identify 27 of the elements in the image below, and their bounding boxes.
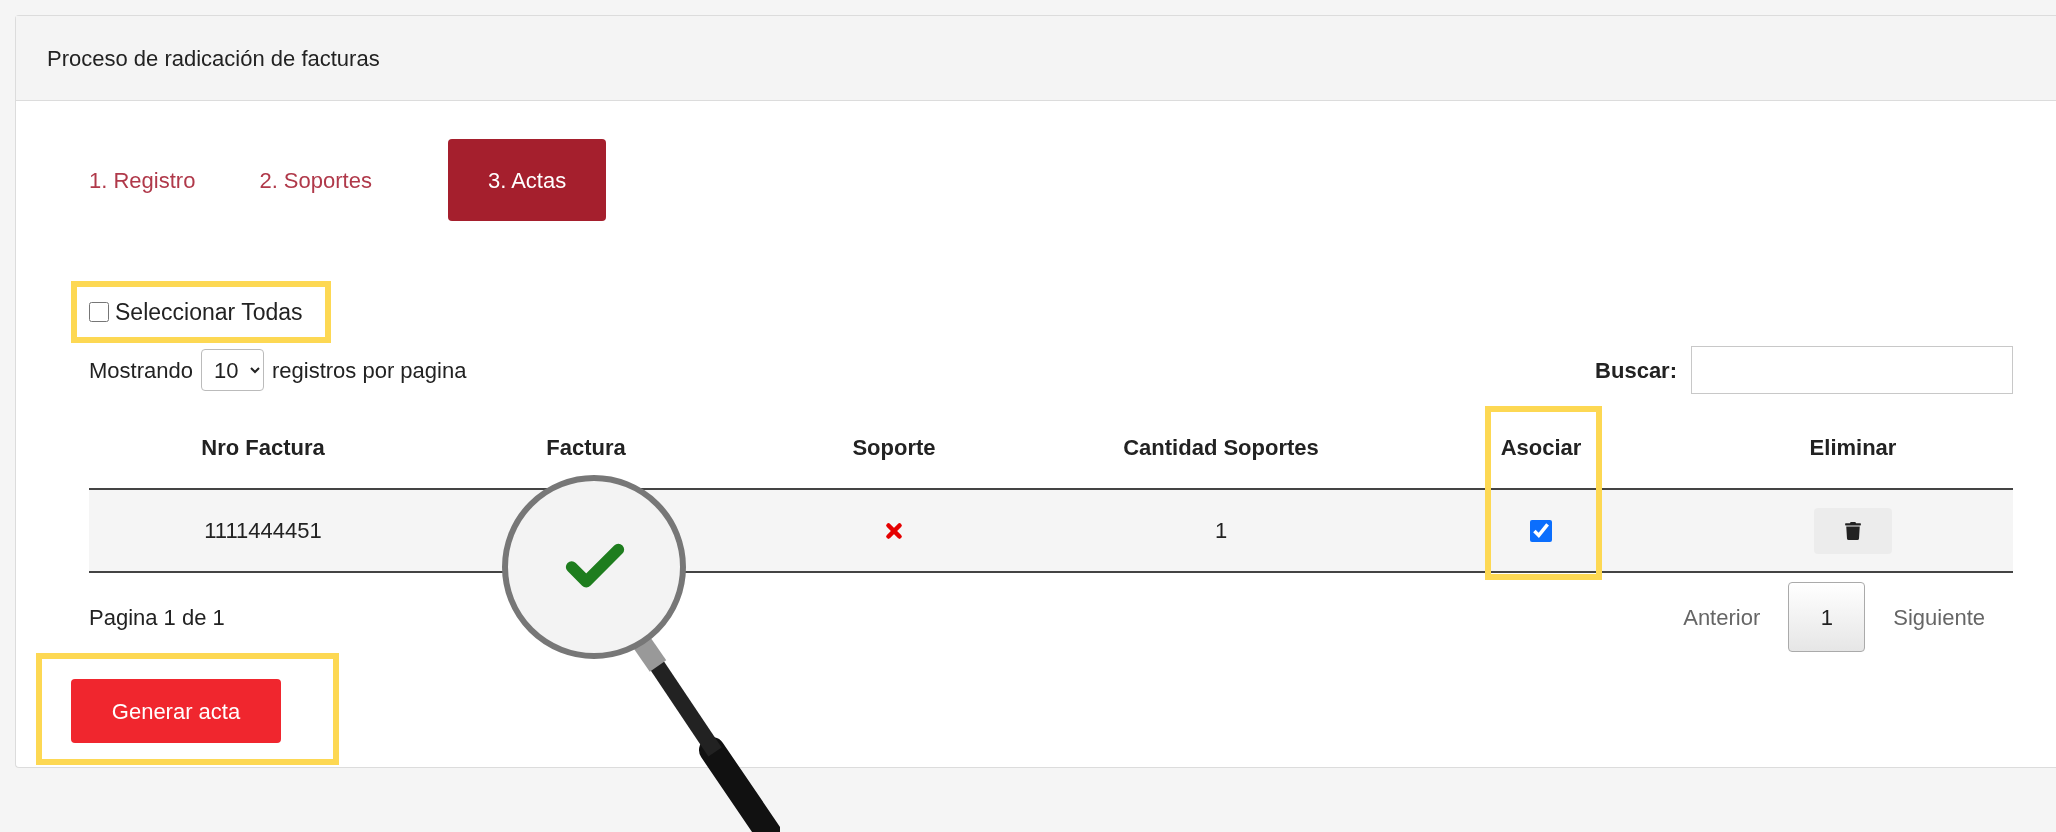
column-header: Soporte <box>852 433 936 462</box>
table-cell-text: 1111444451 <box>204 517 322 545</box>
next-button[interactable]: Siguiente <box>1893 600 1985 634</box>
page-size-label: Mostrando <box>89 356 193 385</box>
column-header: Eliminar <box>1809 433 1897 462</box>
search-field[interactable] <box>1691 346 2013 394</box>
step-tab[interactable]: 3. Actas <box>447 139 607 221</box>
column-header: Cantidad Soportes <box>1123 433 1319 462</box>
table-cell-text: 1 <box>1214 517 1228 545</box>
select-all-label: Seleccionar Todas <box>115 297 303 327</box>
page-button[interactable]: 1 <box>1788 582 1866 652</box>
page-info: Pagina 1 de 1 <box>89 603 225 632</box>
step-tab[interactable]: 2. Soportes <box>241 139 390 221</box>
page-size-select[interactable]: 10 <box>200 349 264 391</box>
search-label: Buscar: <box>1595 356 1677 385</box>
trash-icon <box>1845 521 1861 540</box>
generate-button[interactable]: Generar acta <box>71 679 281 743</box>
column-header: Nro Factura <box>201 433 325 462</box>
column-header: Asociar <box>1500 433 1582 462</box>
panel-title: Proceso de radicación de facturas <box>47 44 380 73</box>
page-size-suffix: registros por pagina <box>271 356 467 385</box>
associate-checkbox[interactable] <box>1530 519 1552 542</box>
step-tab[interactable]: 1. Registro <box>71 139 214 221</box>
select-all-checkbox[interactable] <box>89 302 109 322</box>
delete-button[interactable] <box>1814 507 1892 554</box>
column-header: Factura <box>546 433 626 462</box>
previous-button[interactable]: Anterior <box>1683 600 1761 634</box>
